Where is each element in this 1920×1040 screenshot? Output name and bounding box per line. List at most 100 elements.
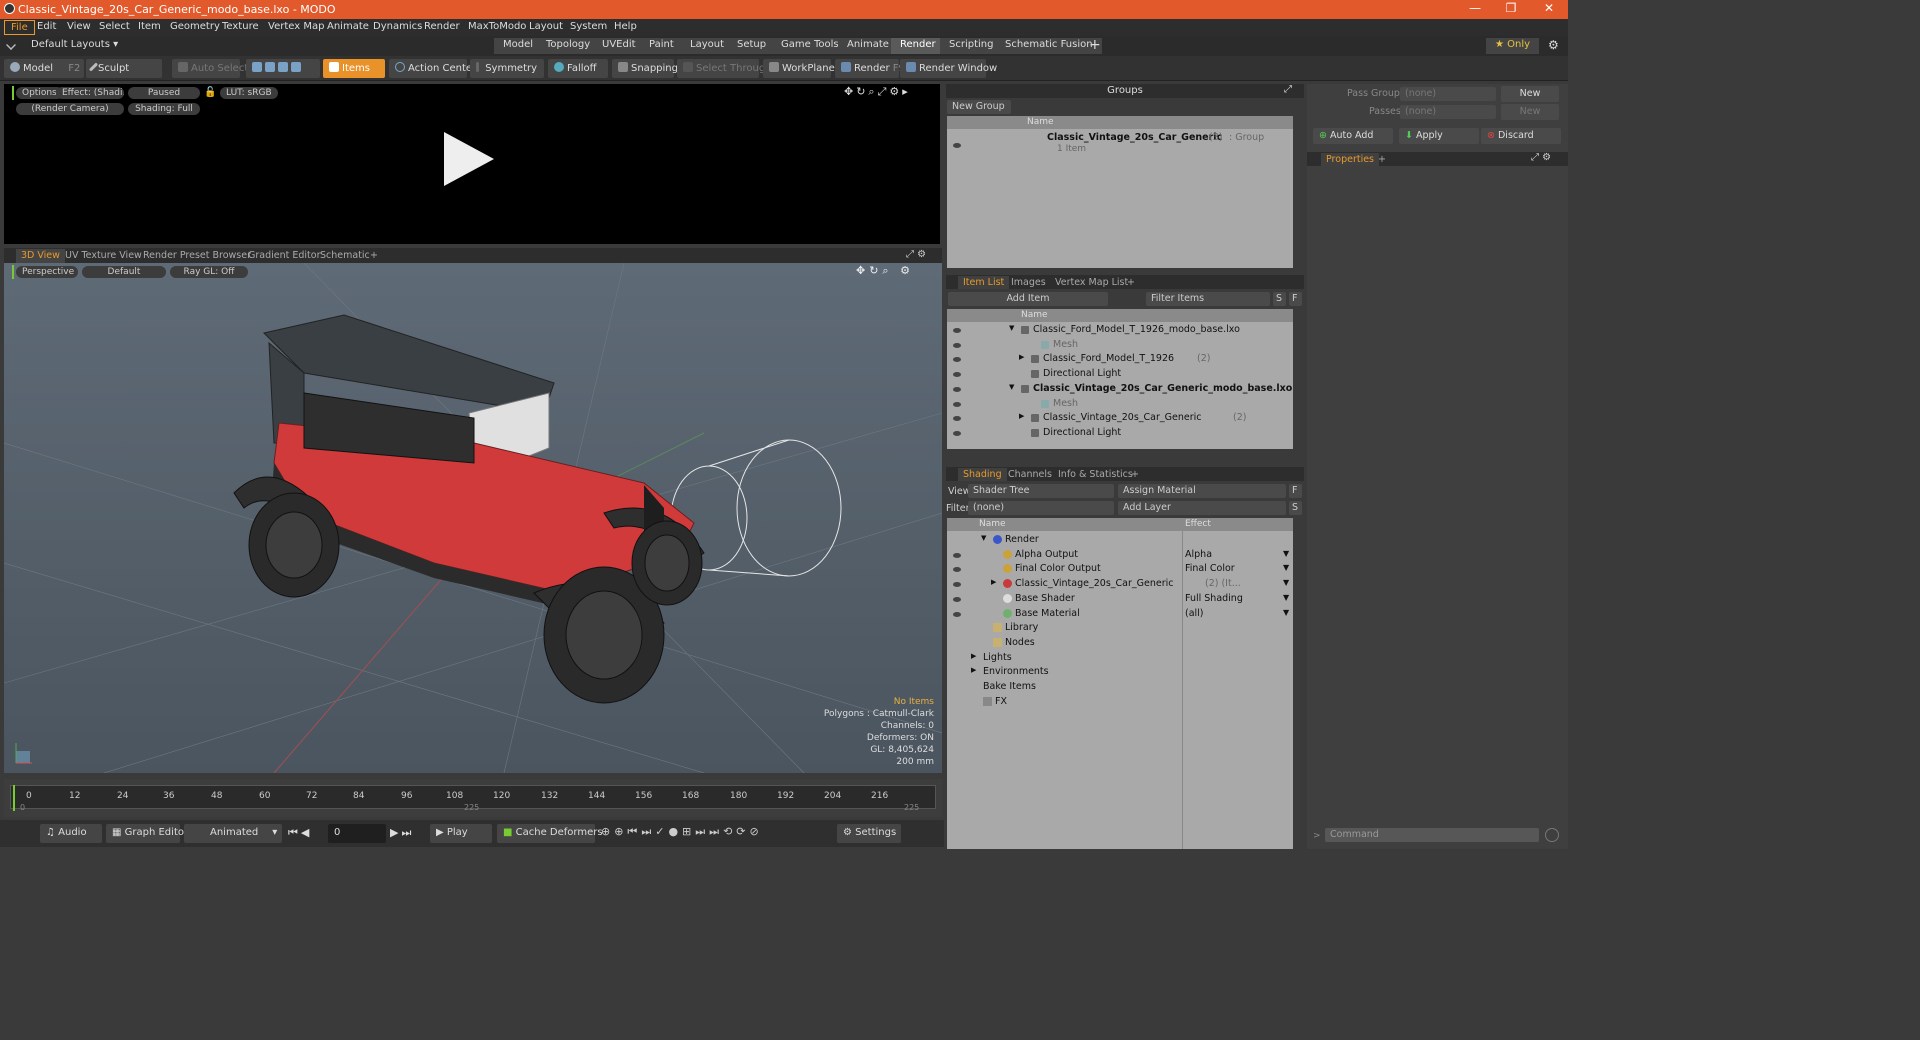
- item-row[interactable]: ▼ Classic_Vintage_20s_Car_Generic_modo_ba…: [947, 382, 1293, 397]
- item-row[interactable]: ▶ Classic_Vintage_20s_Car_Generic (2): [947, 411, 1293, 426]
- tab-properties[interactable]: Properties: [1321, 153, 1380, 166]
- eye-icon[interactable]: [953, 416, 961, 422]
- close-button[interactable]: ✕: [1534, 1, 1564, 17]
- panel-options-icons[interactable]: ⤢ ⚙: [1531, 152, 1551, 163]
- render-camera-dropdown[interactable]: (Render Camera): [16, 103, 124, 115]
- tab-uvedit[interactable]: UVEdit: [593, 38, 646, 54]
- menu-texture[interactable]: Texture: [222, 21, 259, 32]
- tab-render-preset-browser[interactable]: Render Preset Browser: [138, 249, 256, 263]
- add-item-dropdown[interactable]: Add Item: [948, 292, 1108, 306]
- snapping-button[interactable]: Snapping: [612, 59, 678, 78]
- expand-arrow-icon[interactable]: ▶: [971, 652, 976, 660]
- expand-arrow-icon[interactable]: ▶: [991, 578, 996, 586]
- tab-item-list[interactable]: Item List: [958, 276, 1010, 289]
- menu-geometry[interactable]: Geometry: [170, 21, 220, 32]
- shading-dropdown[interactable]: Shading: Full: [128, 103, 200, 115]
- tab-setup[interactable]: Setup: [728, 38, 777, 54]
- raygl-dropdown[interactable]: Ray GL: Off: [170, 266, 248, 278]
- default-layouts-dropdown[interactable]: Default Layouts ▾: [31, 39, 118, 50]
- effect-dropdown-icon[interactable]: ▼: [1283, 593, 1289, 602]
- effect-dropdown-icon[interactable]: ▼: [1283, 578, 1289, 587]
- menu-vertex-map[interactable]: Vertex Map: [268, 21, 324, 32]
- prev-key-buttons[interactable]: ⏮◀: [288, 826, 312, 840]
- shader-row[interactable]: ▶ Environments: [947, 665, 1293, 680]
- frame-field[interactable]: 0: [328, 824, 386, 843]
- menu-dynamics[interactable]: Dynamics: [373, 21, 422, 32]
- add-tab-button[interactable]: +: [1126, 468, 1144, 481]
- s-button[interactable]: S: [1273, 292, 1286, 306]
- groups-list[interactable]: Name Classic_Vintage_20s_Car_Generic (3)…: [947, 116, 1293, 268]
- expand-command-icon[interactable]: >: [1313, 831, 1321, 841]
- menu-layout[interactable]: Layout: [529, 21, 563, 32]
- only-button[interactable]: ★ Only: [1486, 38, 1541, 54]
- command-input[interactable]: Command: [1325, 828, 1539, 842]
- tab-layout[interactable]: Layout: [681, 38, 734, 54]
- add-tab-button[interactable]: +: [1122, 276, 1140, 289]
- item-row[interactable]: Directional Light: [947, 367, 1293, 382]
- sculpt-button[interactable]: Sculpt: [86, 59, 162, 78]
- 3d-viewport[interactable]: Perspective Default Ray GL: Off ✥↻⌕ ⚙ No…: [4, 263, 942, 773]
- new-pass-group-button[interactable]: New: [1501, 86, 1559, 102]
- tab-model[interactable]: Model: [494, 38, 544, 54]
- f-button[interactable]: F: [1289, 292, 1302, 306]
- workplane-button[interactable]: WorkPlane: [763, 59, 835, 78]
- item-row[interactable]: ▶ Classic_Ford_Model_T_1926 (2): [947, 352, 1293, 367]
- expand-arrow-icon[interactable]: ▼: [1009, 383, 1014, 391]
- minimize-button[interactable]: —: [1460, 1, 1490, 17]
- render-view-controls-icons[interactable]: ✥↻⌕⤢⚙▸: [844, 85, 911, 99]
- add-layer-dropdown[interactable]: Add Layer: [1118, 501, 1286, 515]
- eye-icon[interactable]: [953, 611, 961, 617]
- paused-button[interactable]: Paused: [128, 87, 200, 99]
- tab-scripting[interactable]: Scripting: [940, 38, 1004, 54]
- shader-row[interactable]: ▶ Lights: [947, 651, 1293, 666]
- falloff-button[interactable]: Falloff: [548, 59, 608, 78]
- play-render-icon[interactable]: [444, 132, 494, 186]
- shader-tree[interactable]: Name Effect ▼ Render Alpha Output Alpha ▼ Fin…: [947, 518, 1293, 849]
- shader-row[interactable]: Bake Items: [947, 680, 1293, 695]
- play-button[interactable]: ▶ Play: [430, 824, 492, 843]
- pass-groups-dropdown[interactable]: (none): [1400, 87, 1496, 101]
- next-key-buttons[interactable]: ▶⏭: [390, 826, 414, 840]
- expand-arrow-icon[interactable]: ▶: [1019, 412, 1024, 420]
- tab-topology[interactable]: Topology: [537, 38, 601, 54]
- tab-animate[interactable]: Animate: [838, 38, 899, 54]
- tab-images[interactable]: Images: [1006, 276, 1051, 289]
- graph-editor-button[interactable]: ▦ Graph Editor: [106, 824, 188, 843]
- eye-icon[interactable]: [953, 328, 961, 333]
- timeline[interactable]: 0 12 24 36 48 60 72 84 96 108 120 132 14…: [4, 779, 942, 817]
- gear-icon[interactable]: ⚙: [1548, 38, 1559, 52]
- eye-icon[interactable]: [953, 596, 961, 602]
- perspective-dropdown[interactable]: Perspective: [16, 266, 78, 278]
- shader-row[interactable]: ▶ Classic_Vintage_20s_Car_Generic (2) (It.…: [947, 577, 1293, 592]
- menu-select[interactable]: Select: [99, 21, 130, 32]
- filter-dropdown[interactable]: (none): [968, 501, 1114, 515]
- tab-paint[interactable]: Paint: [640, 38, 684, 54]
- eye-icon[interactable]: [953, 401, 961, 407]
- record-icon[interactable]: [1545, 828, 1559, 842]
- menu-file[interactable]: File: [4, 20, 35, 35]
- menu-animate[interactable]: Animate: [327, 21, 369, 32]
- shader-row[interactable]: Final Color Output Final Color ▼: [947, 562, 1293, 577]
- shader-row[interactable]: FX: [947, 695, 1293, 710]
- cache-deformers-button[interactable]: ■ Cache Deformers: [497, 824, 603, 843]
- render-window-button[interactable]: Render Window: [900, 59, 997, 78]
- symmetry-button[interactable]: Symmetry: [470, 59, 544, 78]
- menu-render[interactable]: Render: [424, 21, 460, 32]
- playhead[interactable]: [13, 785, 15, 811]
- passes-dropdown[interactable]: (none): [1400, 105, 1496, 119]
- effect-dropdown-icon[interactable]: ▼: [1283, 549, 1289, 558]
- animated-dropdown[interactable]: Animated ▾: [184, 824, 282, 843]
- expand-arrow-icon[interactable]: ▼: [1009, 324, 1014, 332]
- shader-row[interactable]: Base Shader Full Shading ▼: [947, 592, 1293, 607]
- menu-item[interactable]: Item: [138, 21, 161, 32]
- action-center-button[interactable]: Action Center: [389, 59, 476, 78]
- shader-row[interactable]: Base Material (all) ▼: [947, 607, 1293, 622]
- new-pass-button[interactable]: New: [1501, 104, 1559, 120]
- auto-add-button[interactable]: ⊕ Auto Add: [1313, 128, 1393, 144]
- effect-dropdown[interactable]: Effect: (Shadi...: [56, 87, 124, 99]
- render-button[interactable]: Render F9: [835, 59, 905, 78]
- tab-channels[interactable]: Channels: [1003, 468, 1057, 481]
- expand-icon[interactable]: ⤢: [1284, 84, 1292, 95]
- scene-canvas[interactable]: [4, 263, 942, 773]
- menu-system[interactable]: System: [570, 21, 607, 32]
